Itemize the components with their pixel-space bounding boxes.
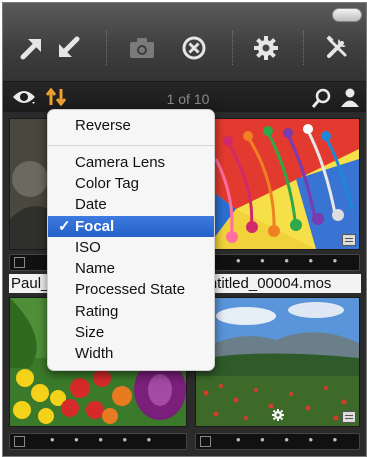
arrow-up-right-icon[interactable] [17,33,47,63]
rating-dots[interactable]: • • • • • [50,432,159,447]
adjusted-gear-icon [272,408,284,426]
search-icon[interactable] [311,87,333,114]
layers-badge-icon [342,234,356,246]
sort-menu-item-size[interactable]: Size [48,322,214,343]
thumbnail-4[interactable] [195,297,360,427]
sort-menu-item-name[interactable]: Name [48,258,214,279]
menu-separator [48,145,214,146]
circle-x-icon[interactable] [179,33,209,63]
rating-dots[interactable]: • • • • • [236,253,345,268]
toolbar-separator [106,31,108,65]
sort-menu-item-width[interactable]: Width [48,343,214,364]
thumbnail-2[interactable] [195,118,360,250]
layers-badge-icon [342,411,356,423]
sort-menu-item-camera-lens[interactable]: Camera Lens [48,152,214,173]
thumbnail-2-filename: Untitled_00004.mos [195,274,361,293]
select-checkbox[interactable] [14,257,25,268]
sort-menu-item-processed-state[interactable]: Processed State [48,279,214,300]
arrow-down-left-icon[interactable] [53,33,83,63]
select-checkbox[interactable] [200,436,211,447]
sort-arrows-icon[interactable] [45,87,67,111]
window-pill-button[interactable] [332,8,362,22]
thumbnail-4-strip: • • • • • [195,432,360,450]
sort-menu-item-color-tag[interactable]: Color Tag [48,173,214,194]
tools-icon[interactable] [322,33,352,63]
thumbnail-2-strip: • • • • • [195,253,360,271]
sort-menu-item-reverse[interactable]: Reverse [48,115,214,136]
eye-icon[interactable] [12,88,36,111]
select-checkbox[interactable] [14,436,25,447]
sort-menu-item-rating[interactable]: Rating [48,301,214,322]
toolbar [3,3,366,82]
user-icon[interactable] [340,87,360,112]
sort-menu: Reverse Camera Lens Color Tag Date ✓ Foc… [47,109,215,371]
rating-dots[interactable]: • • • • • [236,432,345,447]
thumbnail-3-strip: • • • • • [9,432,187,450]
checkmark-icon: ✓ [58,218,71,235]
sort-menu-item-iso[interactable]: ISO [48,237,214,258]
capture-one-window: 1 of 10 • • • • • Paul_ Untitled_00004.m… [2,2,367,457]
toolbar-separator [303,31,305,65]
camera-icon[interactable] [127,33,157,63]
sort-menu-item-focal[interactable]: ✓ Focal [48,216,214,237]
gear-icon[interactable] [251,33,281,63]
image-counter: 1 of 10 [166,91,210,107]
toolbar-separator [232,31,234,65]
sort-menu-item-date[interactable]: Date [48,194,214,215]
